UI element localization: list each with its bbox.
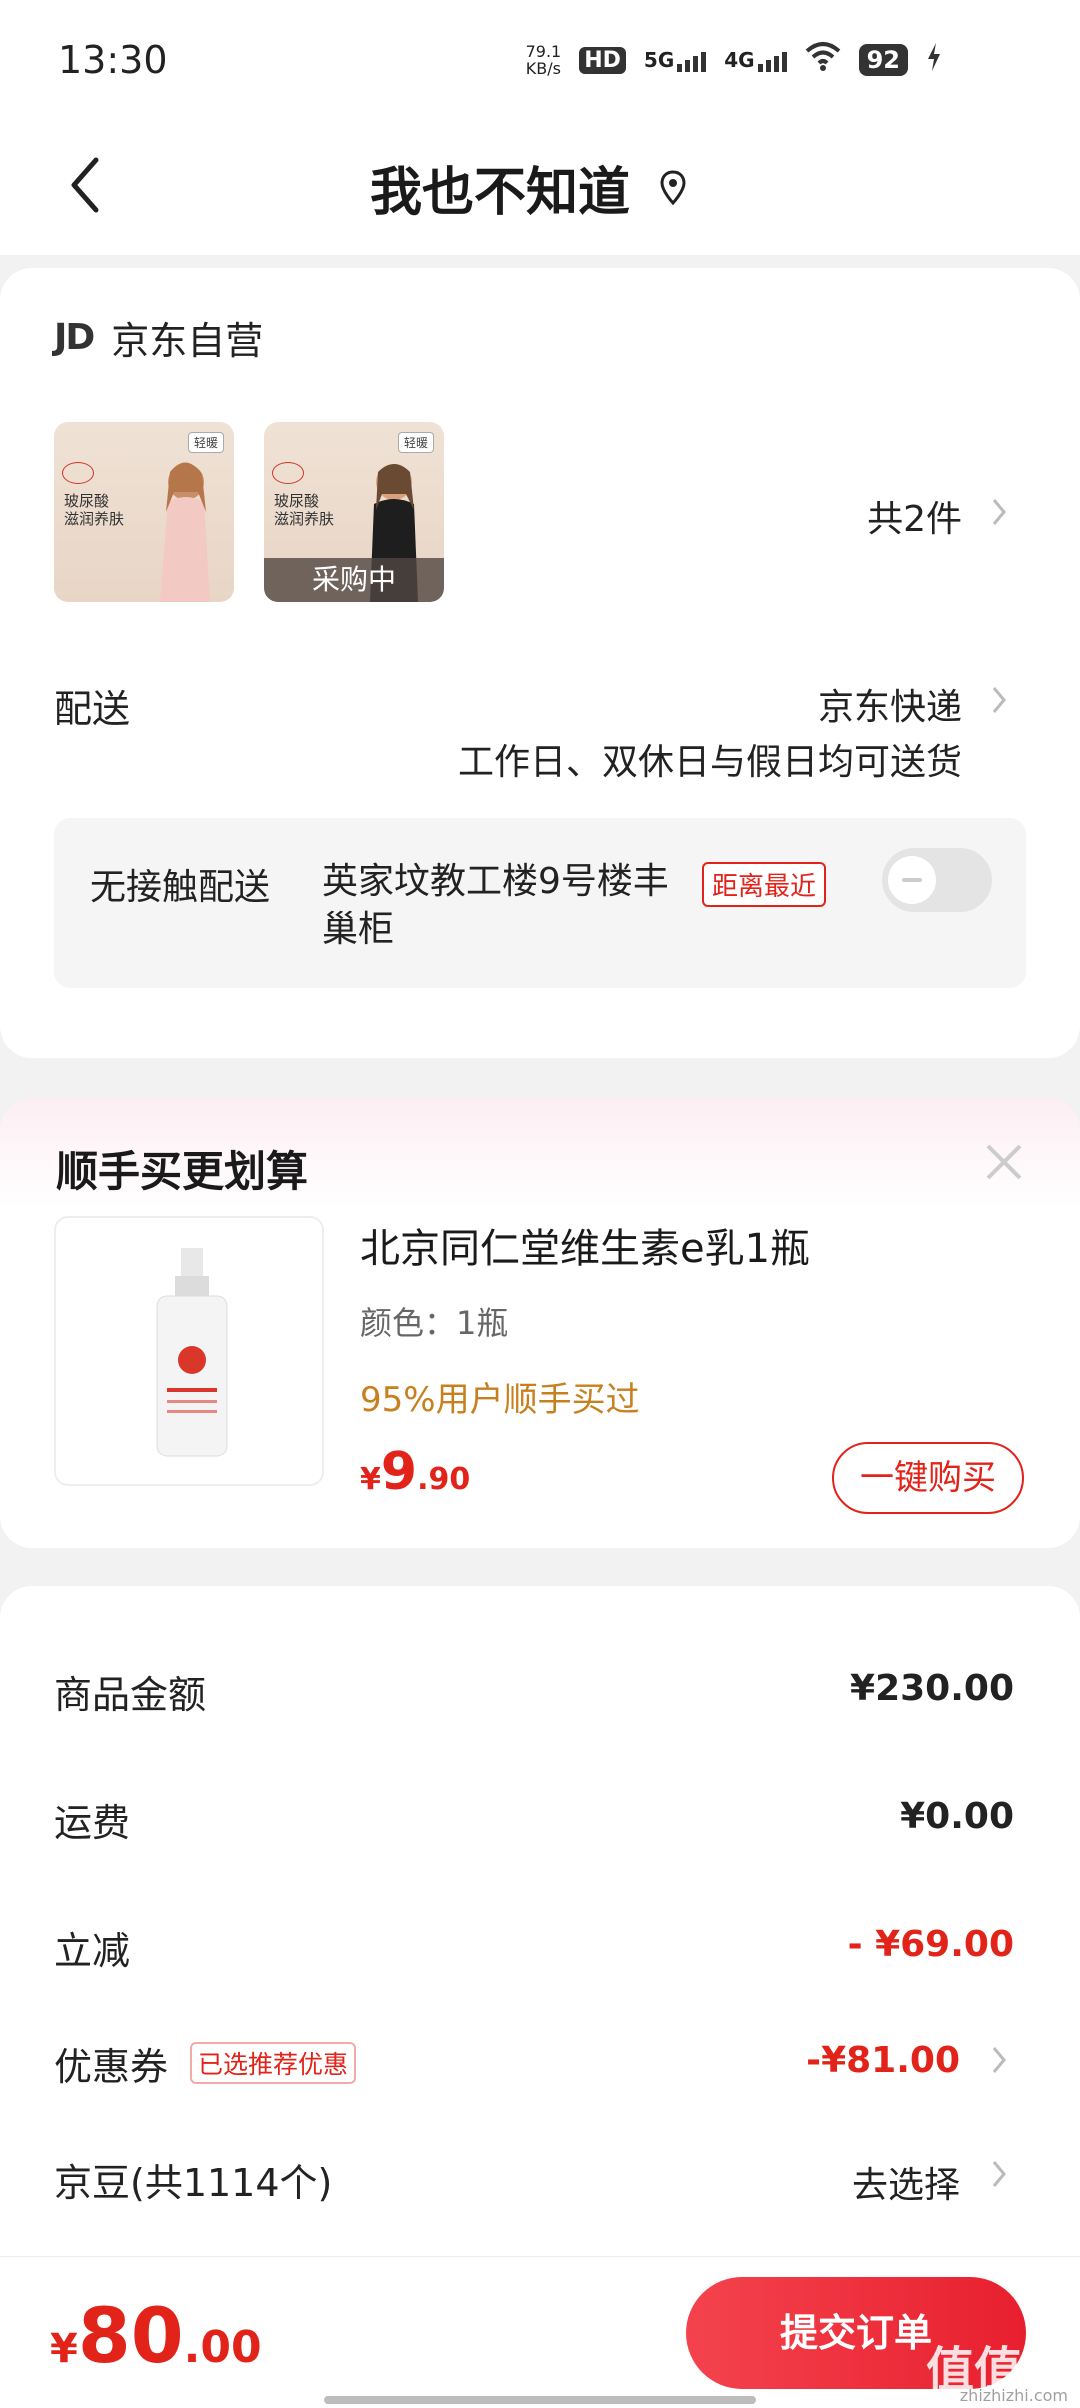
coupon-recommended-tag: 已选推荐优惠 bbox=[190, 2042, 357, 2084]
product-thumbnail[interactable]: 轻暖 玻尿酸 滋润养肤 采购中 bbox=[264, 422, 444, 602]
status-bar: 13:30 79.1 KB/s HD 5G 4G 92 bbox=[0, 0, 1080, 120]
summary-row-shipping: 运费 ¥0.00 bbox=[54, 1796, 1014, 1845]
product-thumbnail[interactable]: 轻暖 玻尿酸 滋润养肤 bbox=[54, 422, 234, 602]
hd-icon: HD bbox=[579, 46, 626, 74]
chevron-right-icon[interactable] bbox=[988, 2156, 1010, 2192]
upsell-purchase-stat: 95%用户顺手买过 bbox=[360, 1380, 640, 1420]
buying-status-overlay: 采购中 bbox=[264, 558, 444, 602]
signal-4g-icon: 4G bbox=[724, 48, 787, 72]
contactless-toggle[interactable] bbox=[882, 848, 992, 912]
temperature-badge-icon bbox=[272, 462, 304, 484]
toggle-knob bbox=[888, 856, 936, 904]
network-speed: 79.1 KB/s bbox=[525, 42, 562, 78]
contactless-address: 英家坟教工楼9号楼丰巢柜 bbox=[322, 861, 669, 950]
bottom-bar: ¥80.00 提交订单 bbox=[0, 2256, 1080, 2408]
signal-5g-icon: 5G bbox=[644, 48, 707, 72]
location-pin-icon bbox=[658, 169, 688, 207]
product-caption: 玻尿酸 滋润养肤 bbox=[274, 492, 335, 528]
order-total: ¥80.00 bbox=[50, 2291, 262, 2380]
summary-row-discount: 立减 - ¥69.00 bbox=[54, 1924, 1014, 1973]
address-title[interactable]: 我也不知道 bbox=[370, 150, 688, 225]
delivery-note: 工作日、双休日与假日均可送货 bbox=[457, 742, 962, 783]
one-click-buy-button[interactable]: 一键购买 bbox=[832, 1442, 1024, 1514]
contactless-delivery-panel: 无接触配送 英家坟教工楼9号楼丰巢柜 距离最近 bbox=[54, 818, 1026, 988]
back-arrow-icon[interactable] bbox=[62, 150, 108, 220]
upsell-card: 顺手买更划算 北京同仁堂维生素e乳1瓶 颜色：1瓶 95%用户顺手买过 ¥9.9… bbox=[0, 1098, 1080, 1548]
bottle-image bbox=[156, 1248, 228, 1457]
upsell-product-name[interactable]: 北京同仁堂维生素e乳1瓶 bbox=[360, 1216, 810, 1274]
charging-icon bbox=[926, 42, 942, 78]
upsell-price: ¥9.90 bbox=[360, 1442, 471, 1502]
store-name: 京东自营 bbox=[111, 319, 264, 363]
product-tag: 轻暖 bbox=[187, 432, 224, 453]
price-summary-card: 商品金额 ¥230.00 运费 ¥0.00 立减 - ¥69.00 优惠券 已选… bbox=[0, 1586, 1080, 2306]
status-time: 13:30 bbox=[58, 38, 168, 82]
upsell-product-spec: 颜色：1瓶 bbox=[360, 1304, 509, 1342]
status-icons: 79.1 KB/s HD 5G 4G 92 bbox=[526, 38, 942, 82]
model-image bbox=[160, 462, 210, 602]
summary-row-jingdou[interactable]: 京豆(共1114个) 去选择 bbox=[54, 2152, 1080, 2212]
delivery-carrier[interactable]: 京东快递 bbox=[818, 678, 962, 730]
item-count[interactable]: 共2件 bbox=[867, 490, 962, 542]
wifi-icon bbox=[805, 41, 841, 79]
summary-row-coupon[interactable]: 优惠券 已选推荐优惠 -¥81.00 bbox=[54, 2036, 1080, 2096]
nav-bar: 我也不知道 bbox=[0, 120, 1080, 255]
summary-row-subtotal: 商品金额 ¥230.00 bbox=[54, 1668, 1014, 1717]
battery-icon: 92 bbox=[858, 44, 908, 76]
chevron-right-icon[interactable] bbox=[988, 494, 1010, 530]
page-title: 我也不知道 bbox=[370, 163, 631, 223]
upsell-product-image[interactable] bbox=[54, 1216, 324, 1486]
contactless-label: 无接触配送 bbox=[90, 867, 271, 908]
close-icon[interactable] bbox=[984, 1142, 1024, 1182]
chevron-right-icon[interactable] bbox=[988, 2042, 1010, 2078]
jd-logo: JD bbox=[54, 317, 95, 358]
watermark-url: zhizhizhi.com bbox=[959, 2386, 1068, 2405]
order-card: JD 京东自营 轻暖 玻尿酸 滋润养肤 轻暖 玻尿酸 滋润养肤 采购中 共2件 … bbox=[0, 268, 1080, 1058]
delivery-label: 配送 bbox=[54, 687, 131, 731]
product-tag: 轻暖 bbox=[397, 432, 434, 453]
home-indicator[interactable] bbox=[324, 2396, 756, 2404]
nearest-tag: 距离最近 bbox=[702, 862, 827, 907]
upsell-title: 顺手买更划算 bbox=[56, 1147, 309, 1196]
temperature-badge-icon bbox=[62, 462, 94, 484]
store-header: JD 京东自营 bbox=[54, 310, 263, 365]
product-caption: 玻尿酸 滋润养肤 bbox=[64, 492, 125, 528]
chevron-right-icon[interactable] bbox=[988, 682, 1010, 718]
